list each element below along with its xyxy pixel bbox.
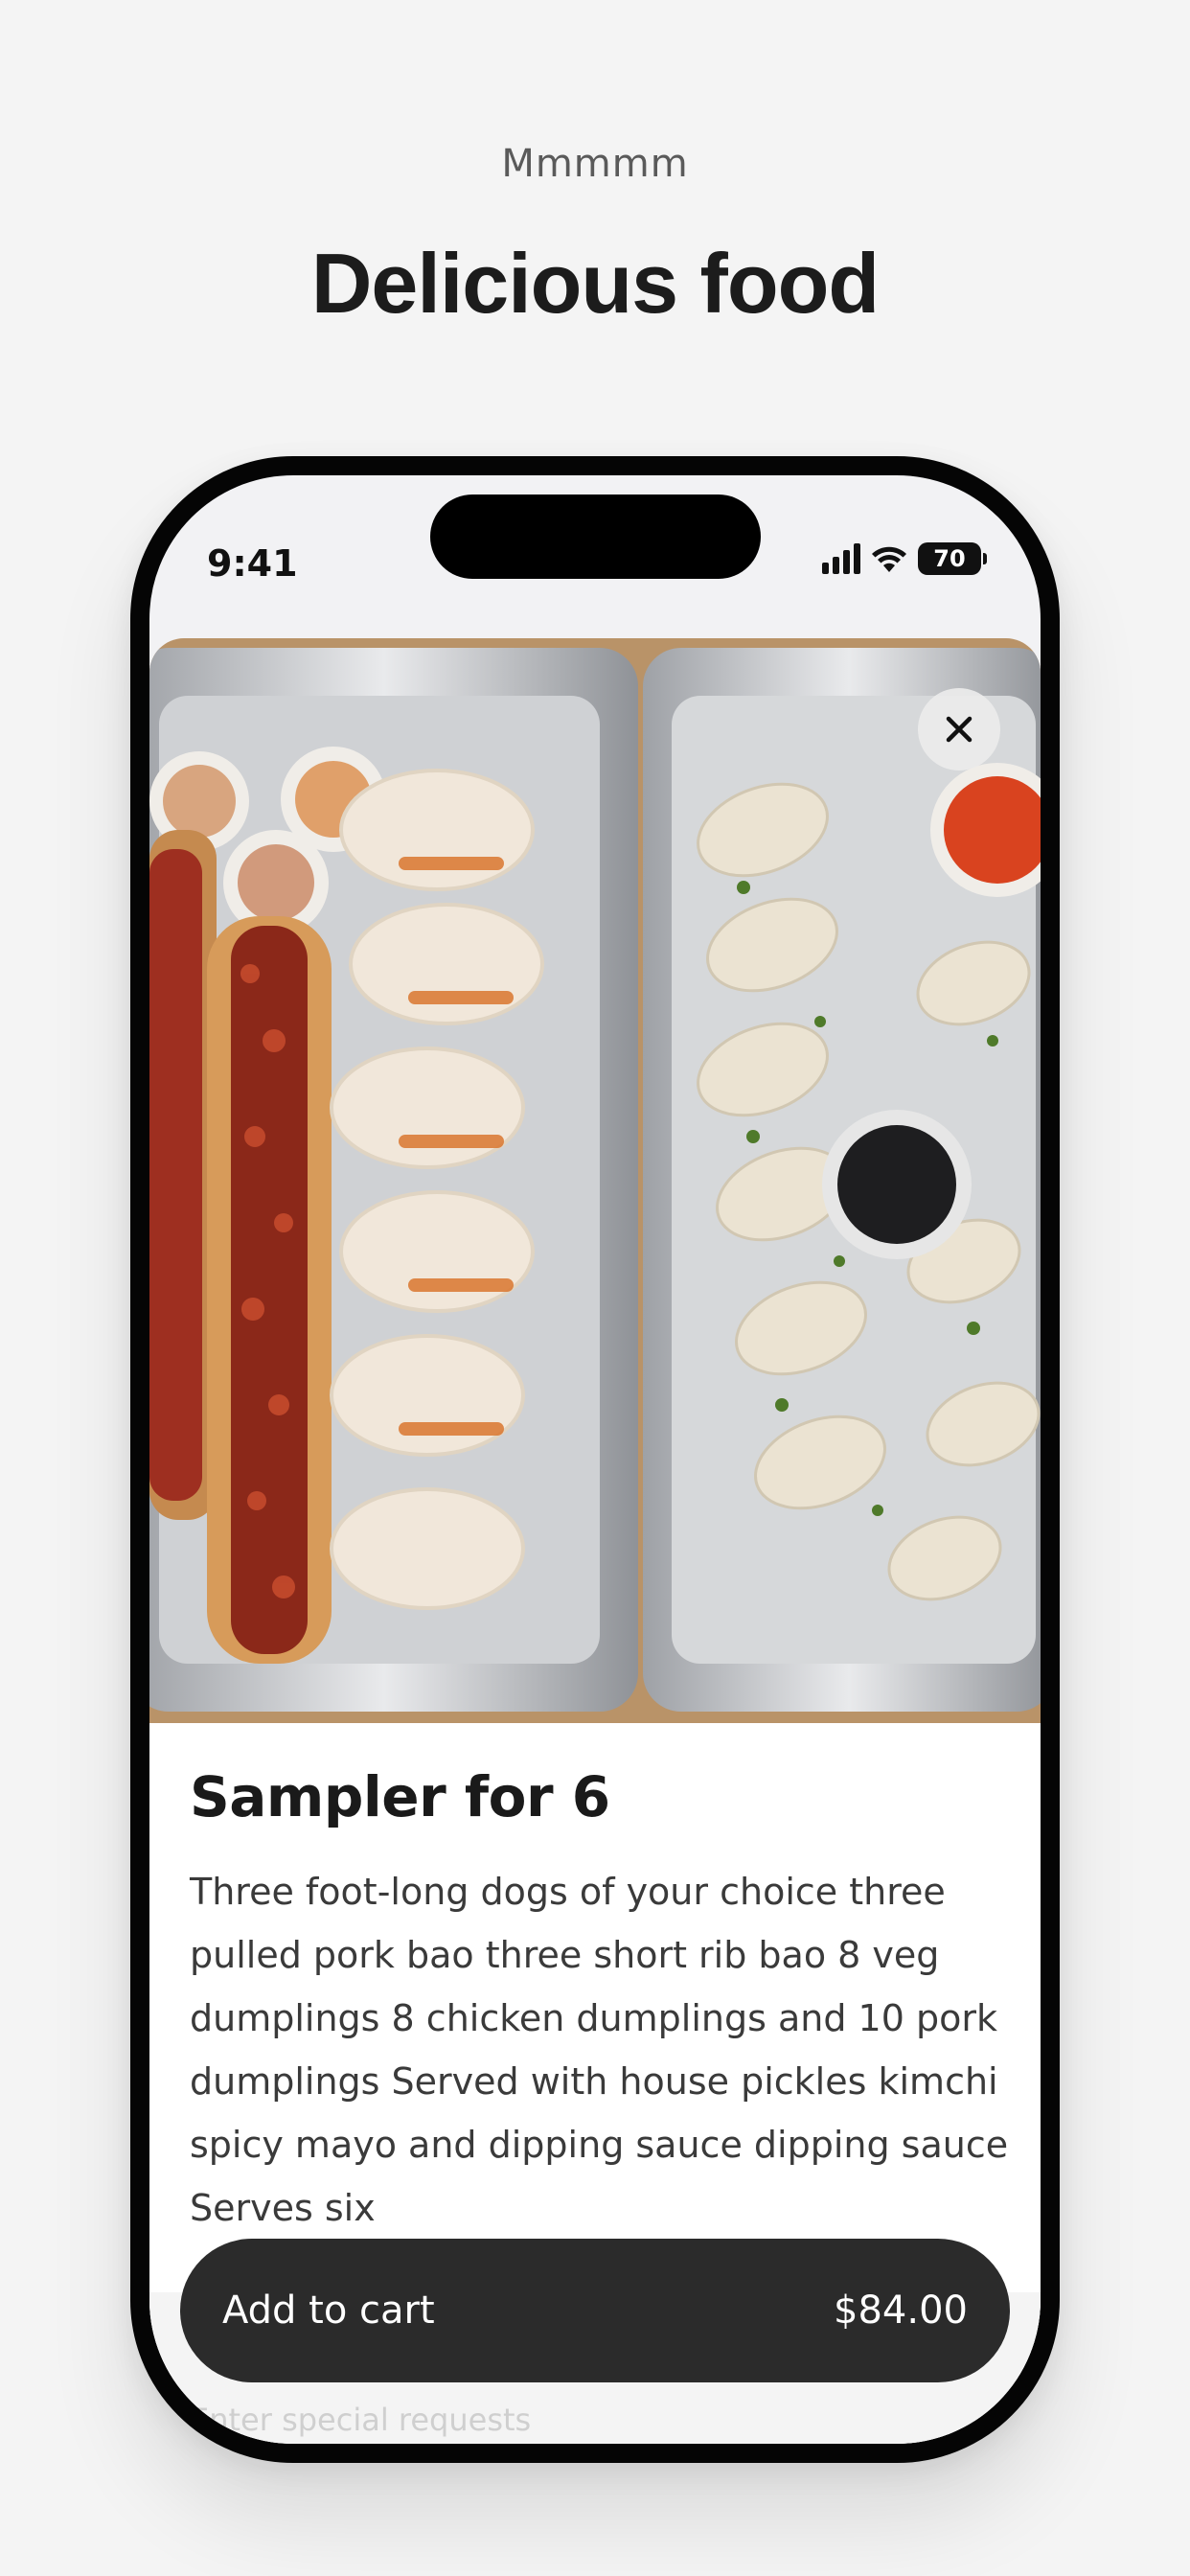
dynamic-island xyxy=(430,494,761,579)
status-time: 9:41 xyxy=(207,542,298,585)
status-bar: 9:41 70 xyxy=(149,475,1041,619)
item-detail-sheet: Sampler for 6 Three foot-long dogs of yo… xyxy=(149,638,1041,2444)
page-title: Delicious food xyxy=(310,236,880,331)
food-photo xyxy=(149,638,1041,1723)
cellular-signal-icon xyxy=(822,543,860,574)
battery-level: 70 xyxy=(933,545,966,572)
wifi-icon xyxy=(872,546,906,572)
item-description: Three foot-long dogs of your choice thre… xyxy=(190,1871,1009,2229)
add-to-cart-label: Add to cart xyxy=(222,2288,435,2333)
add-to-cart-button[interactable]: Add to cart $84.00 xyxy=(180,2239,1010,2382)
eyebrow-text: Mmmmm xyxy=(501,142,689,186)
battery-icon: 70 xyxy=(918,542,987,575)
special-requests-input[interactable] xyxy=(190,2402,995,2438)
close-icon xyxy=(946,716,973,743)
close-button[interactable] xyxy=(918,688,1000,770)
item-title: Sampler for 6 xyxy=(190,1764,610,1829)
phone-frame: 9:41 70 Sampler for 6 Three foot-long do… xyxy=(130,456,1060,2463)
cart-price: $84.00 xyxy=(834,2288,968,2333)
status-icons: 70 xyxy=(822,542,987,575)
